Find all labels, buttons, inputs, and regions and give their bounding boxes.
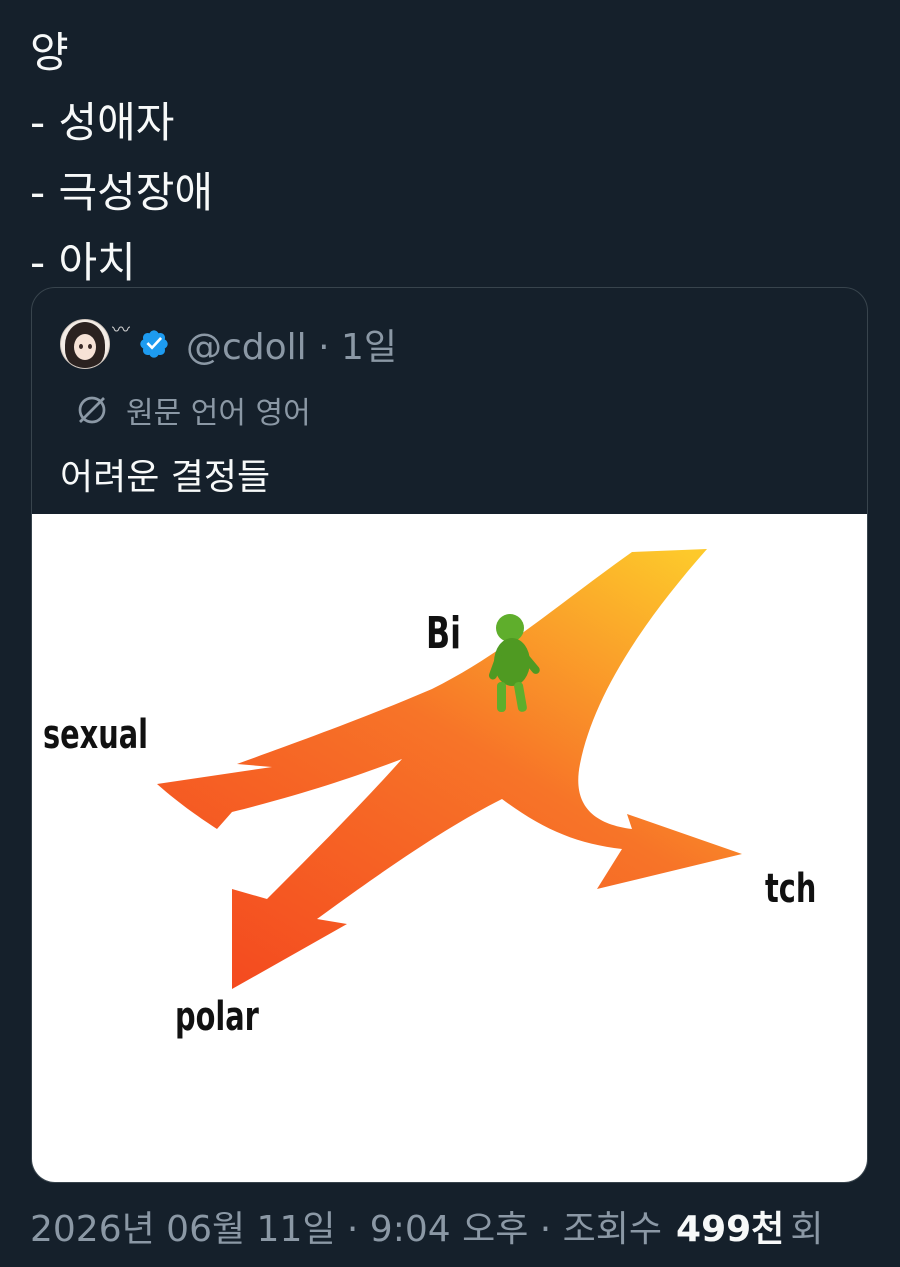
view-count-unit: 회 [790, 1209, 824, 1250]
timestamp-and-views-label[interactable]: 2026년 06월 11일 · 9:04 오후 · 조회수 [30, 1200, 662, 1252]
verified-badge-icon [140, 330, 168, 358]
meme-label-right: tch [765, 866, 817, 912]
tweet-meta-footer: 2026년 06월 11일 · 9:04 오후 · 조회수 499천 회 [30, 1200, 823, 1252]
meme-image[interactable]: Bi sexual polar tch [32, 514, 867, 1182]
view-count[interactable]: 499천 [676, 1200, 784, 1252]
quoted-user-handle[interactable]: @cdoll · 1일 [186, 318, 397, 370]
meme-label-bottom: polar [175, 994, 259, 1040]
translate-info[interactable]: 원문 언어 영어 [74, 388, 311, 432]
tweet-line: - 극성장애 [30, 168, 214, 217]
translate-label: 원문 언어 영어 [126, 396, 311, 431]
quoted-tweet-text: 어려운 결정들 [60, 457, 271, 498]
meme-label-center: Bi [426, 608, 461, 659]
avatar-decoration-icon: 〰 [112, 320, 130, 341]
meme-label-left: sexual [43, 712, 149, 758]
tweet-line: - 성애자 [30, 98, 175, 147]
avatar[interactable] [60, 319, 110, 369]
tweet-line: 양 [30, 28, 69, 77]
quoted-tweet-header: 〰 @cdoll · 1일 [60, 318, 397, 370]
translate-globe-icon [78, 396, 106, 424]
tweet-body: 양 - 성애자 - 극성장애 - 아치 [30, 18, 213, 298]
quoted-tweet-card[interactable]: 〰 @cdoll · 1일 원문 언어 영어 어려운 결정들 Bi sexual… [31, 287, 868, 1183]
